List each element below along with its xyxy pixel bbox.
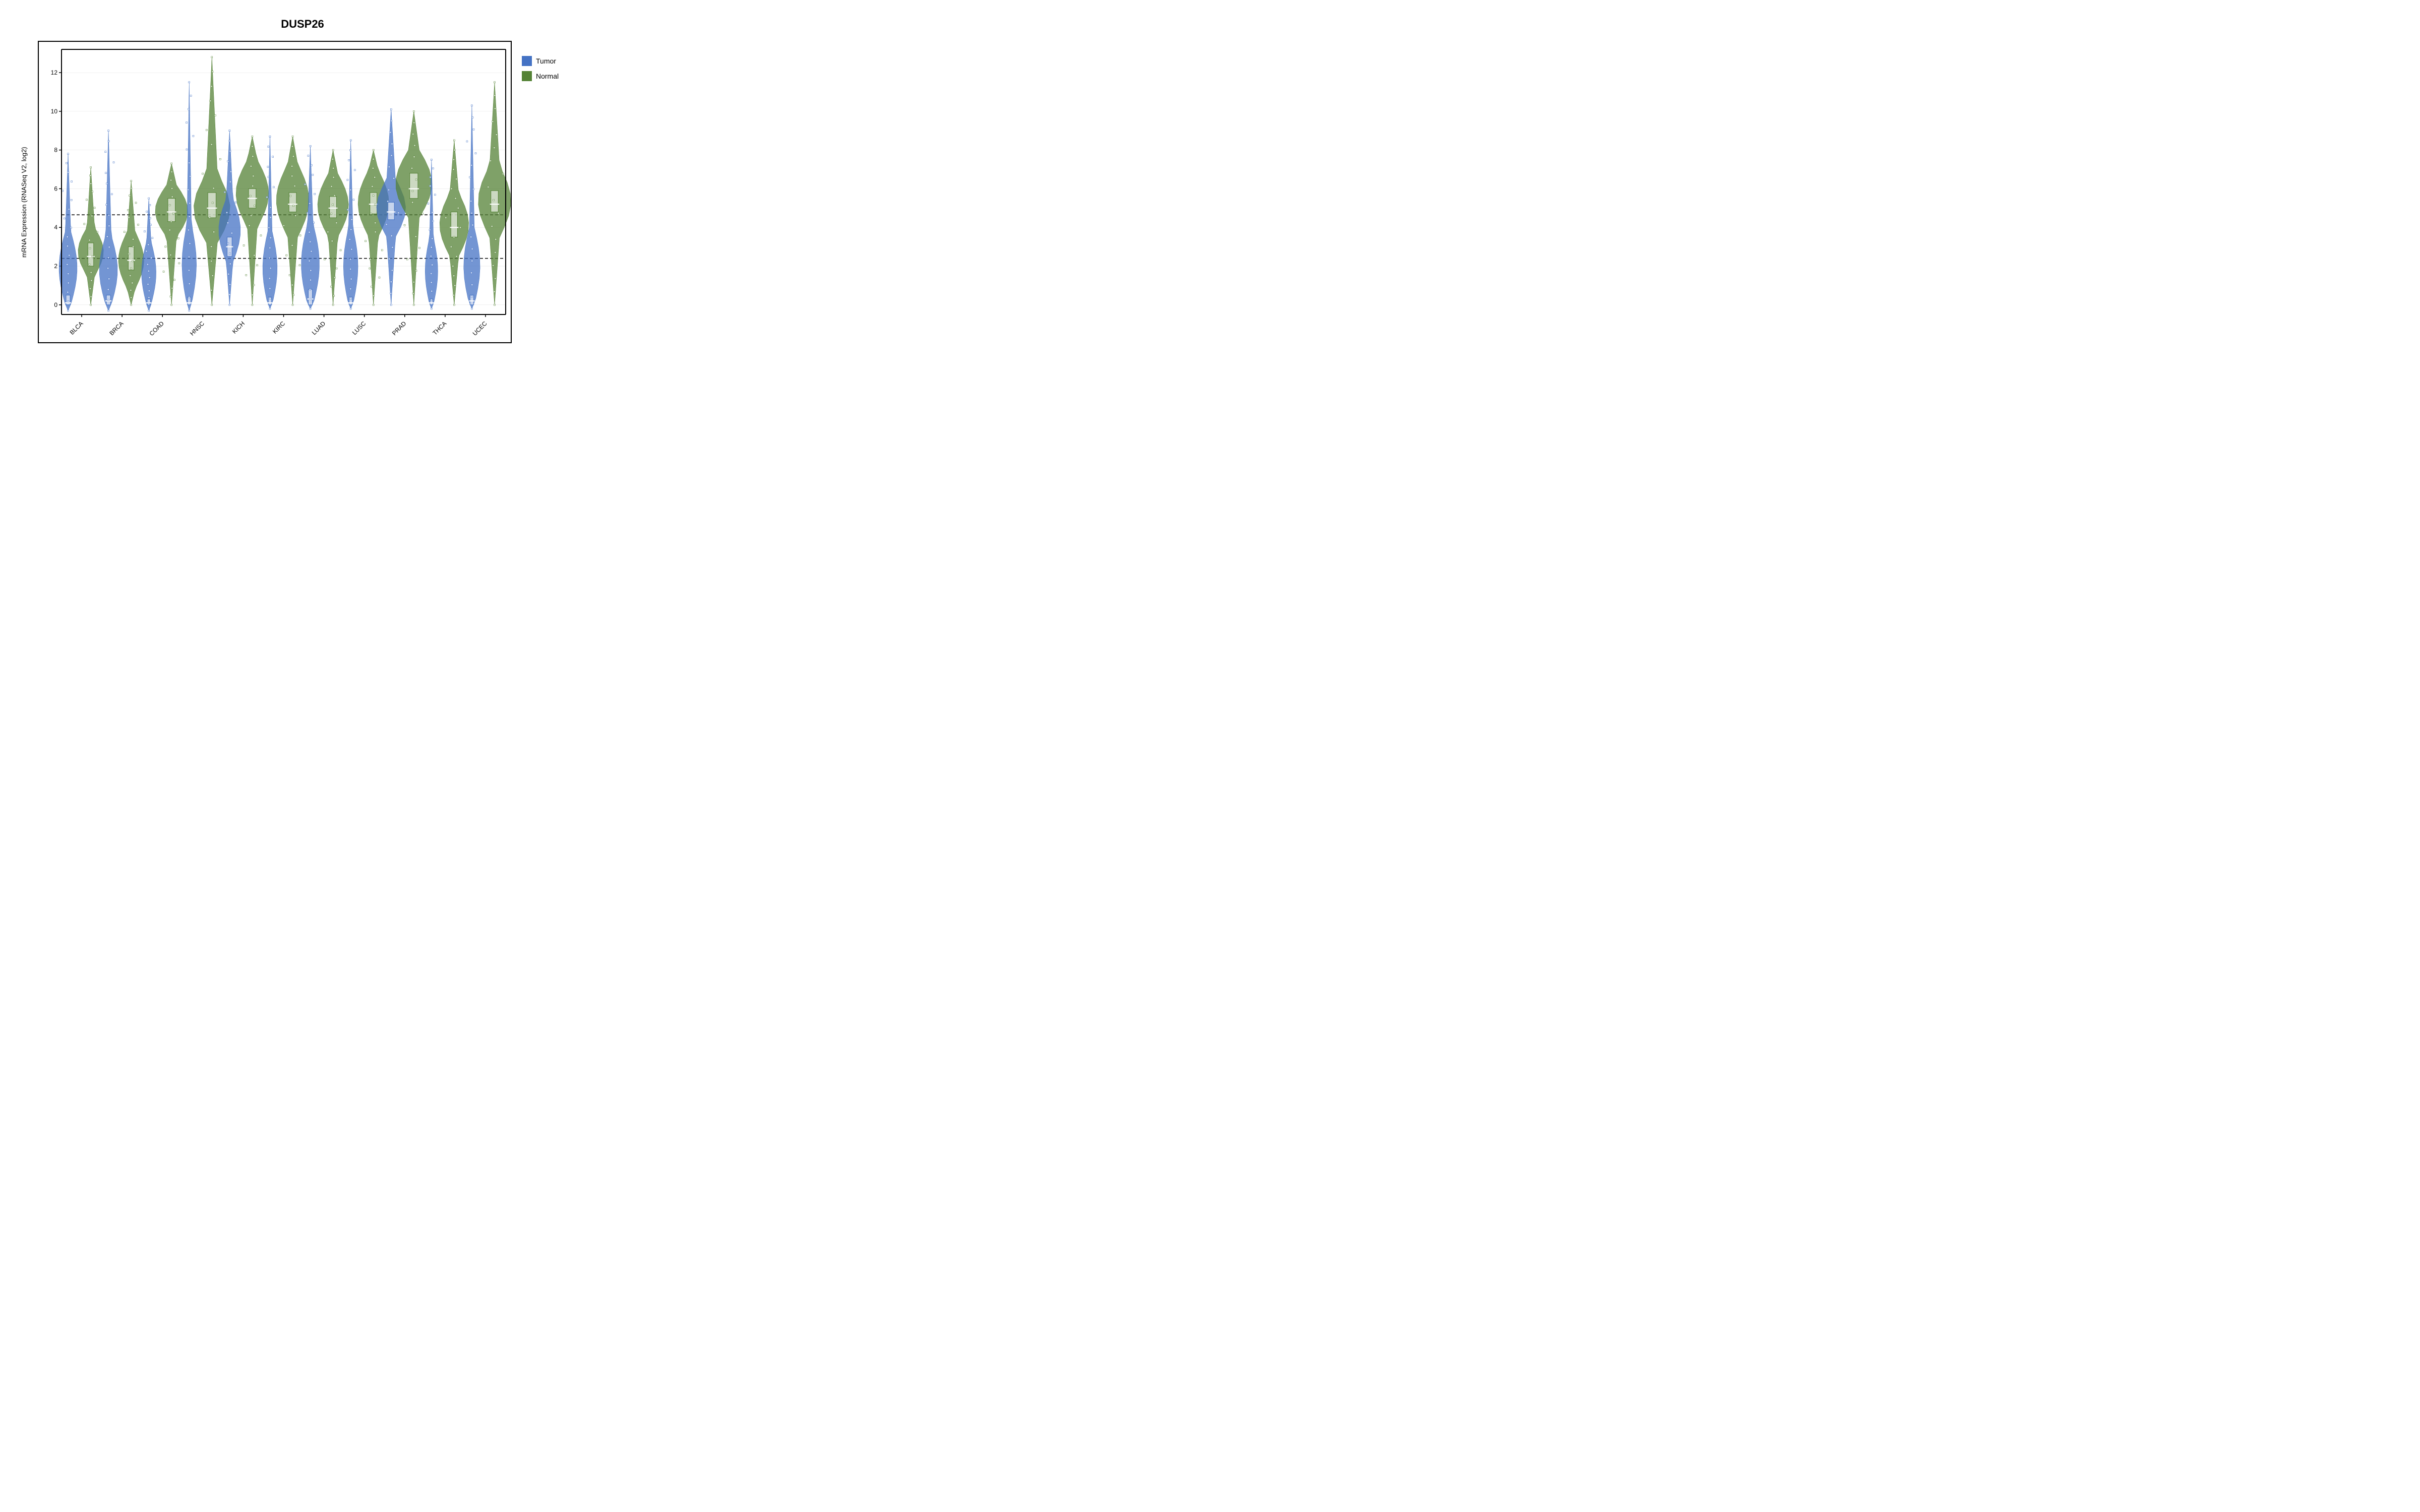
svg-text:4: 4	[54, 224, 57, 231]
chart-area: mRNA Expression (RNASeq V2, log2) 0 2 4 6 8 1…	[13, 36, 592, 368]
svg-text:KICH: KICH	[231, 320, 246, 335]
legend-item-tumor: Tumor	[522, 56, 592, 66]
svg-text:2: 2	[54, 263, 57, 270]
svg-text:THCA: THCA	[432, 320, 448, 337]
y-axis-label: mRNA Expression (RNASeq V2, log2)	[13, 36, 38, 368]
svg-text:COAD: COAD	[148, 320, 165, 338]
svg-text:LUAD: LUAD	[311, 320, 327, 337]
svg-text:10: 10	[51, 108, 58, 115]
legend: Tumor Normal	[512, 36, 592, 368]
chart-container: DUSP26 mRNA Expression (RNASeq V2, log2)…	[13, 8, 592, 370]
svg-text:BLCA: BLCA	[69, 320, 85, 336]
svg-text:PRAD: PRAD	[391, 320, 408, 337]
svg-text:LUSC: LUSC	[351, 320, 368, 337]
svg-text:KIRC: KIRC	[271, 320, 286, 335]
svg-text:8: 8	[54, 147, 57, 154]
legend-box-tumor	[522, 56, 532, 66]
legend-label-tumor: Tumor	[536, 57, 556, 65]
svg-text:0: 0	[54, 301, 57, 308]
svg-text:BRCA: BRCA	[108, 320, 125, 337]
legend-label-normal: Normal	[536, 72, 559, 80]
plot-and-legend: 0 2 4 6 8 10 12 BLCA BRCA COAD HNSC KICH KIRC LUAD LUS…	[38, 36, 592, 368]
svg-text:HNSC: HNSC	[189, 320, 206, 337]
chart-title: DUSP26	[13, 8, 592, 36]
legend-item-normal: Normal	[522, 71, 592, 81]
svg-text:UCEC: UCEC	[471, 320, 489, 337]
plot-area: 0 2 4 6 8 10 12 BLCA BRCA COAD HNSC KICH KIRC LUAD LUS…	[38, 41, 512, 343]
svg-text:6: 6	[54, 185, 57, 192]
svg-text:12: 12	[51, 69, 58, 76]
legend-box-normal	[522, 71, 532, 81]
main-svg: 0 2 4 6 8 10 12 BLCA BRCA COAD HNSC KICH KIRC LUAD LUS…	[39, 42, 511, 342]
